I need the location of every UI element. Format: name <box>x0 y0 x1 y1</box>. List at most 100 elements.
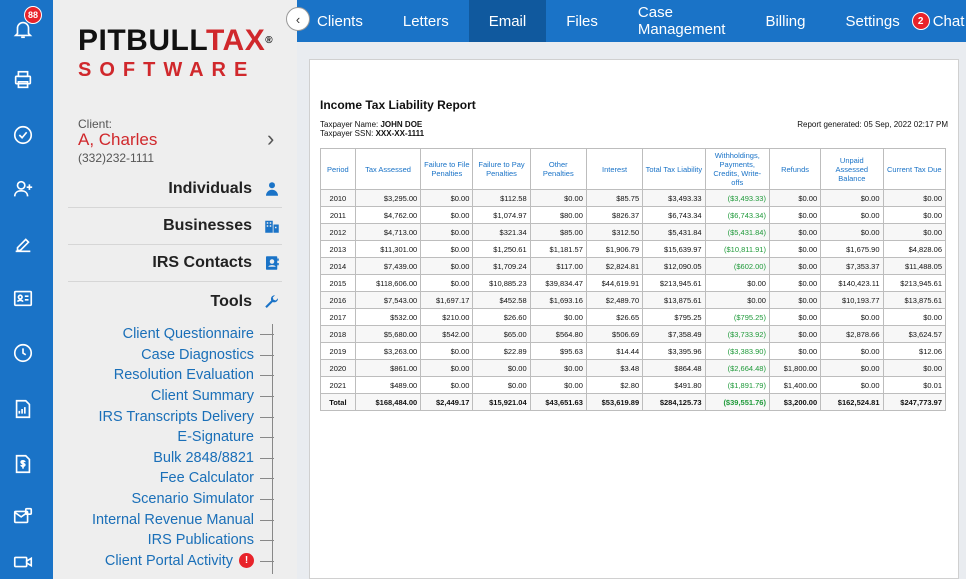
table-row: 2018 $5,680.00 $542.00 $65.00 $564.80 $506.69… <box>320 325 947 343</box>
table-cell: $321.34 <box>472 223 531 241</box>
table-cell: $0.00 <box>768 274 822 292</box>
table-cell: $6,743.34 <box>642 206 706 224</box>
table-cell: $0.00 <box>768 291 822 309</box>
table-cell: $0.00 <box>820 376 884 394</box>
table-cell: $0.00 <box>820 308 884 326</box>
table-cell: $168,484.00 <box>354 393 422 411</box>
edit-icon[interactable] <box>10 231 36 257</box>
tool-scenario-simulator[interactable]: Scenario Simulator <box>73 489 278 510</box>
tool-client-portal-activity[interactable]: Client Portal Activity ! <box>73 551 278 572</box>
contact-book-icon <box>262 253 282 273</box>
table-cell: $0.00 <box>420 223 474 241</box>
table-cell: $26.60 <box>472 308 531 326</box>
printer-icon[interactable] <box>10 67 36 93</box>
table-cell: $53,619.89 <box>585 393 644 411</box>
nav-chat[interactable]: 2 Chat <box>908 0 966 42</box>
table-cell: $0.00 <box>768 240 822 258</box>
nav-letters[interactable]: Letters <box>383 0 469 42</box>
add-user-icon[interactable] <box>10 176 36 202</box>
table-cell: 2015 <box>320 274 356 292</box>
table-cell: $213,945.61 <box>882 274 947 292</box>
table-cell: $1,400.00 <box>768 376 822 394</box>
nav-email[interactable]: Email <box>468 0 547 42</box>
table-cell: $506.69 <box>585 325 644 343</box>
table-cell: $0.00 <box>704 291 770 309</box>
section-label: Individuals <box>168 180 252 197</box>
check-circle-icon[interactable] <box>10 122 36 148</box>
table-cell: $39,834.47 <box>529 274 587 292</box>
table-cell: $11,488.05 <box>882 257 947 275</box>
table-cell: $2,824.81 <box>585 257 644 275</box>
tool-e-signature[interactable]: E-Signature <box>73 427 278 448</box>
column-header: Refunds <box>768 148 822 190</box>
table-cell: $3,200.00 <box>768 393 822 411</box>
section-individuals[interactable]: Individuals <box>68 171 282 208</box>
table-row: 2016 $7,543.00 $1,697.17 $452.58 $1,693.16 $2… <box>320 291 947 309</box>
table-cell: $0.00 <box>820 342 884 360</box>
table-cell: $247,773.97 <box>882 393 947 411</box>
tool-irs-publications[interactable]: IRS Publications <box>73 530 278 551</box>
tool-client-summary[interactable]: Client Summary <box>73 386 278 407</box>
table-cell: $3.48 <box>585 359 644 377</box>
client-name[interactable]: A, Charles <box>78 130 157 150</box>
table-cell: $0.00 <box>820 189 884 207</box>
table-cell: 2017 <box>320 308 356 326</box>
tool-irs-transcripts-delivery[interactable]: IRS Transcripts Delivery <box>73 406 278 427</box>
nav-billing[interactable]: Billing <box>745 0 825 42</box>
table-cell: $0.00 <box>420 257 474 275</box>
table-cell: $3,263.00 <box>354 342 422 360</box>
table-cell: $1,675.90 <box>820 240 884 258</box>
table-cell: 2010 <box>320 189 356 207</box>
section-tools[interactable]: Tools <box>68 283 282 320</box>
tool-internal-revenue-manual[interactable]: Internal Revenue Manual <box>73 509 278 530</box>
invoice-icon[interactable] <box>10 451 36 477</box>
tool-bulk-2848-8821[interactable]: Bulk 2848/8821 <box>73 448 278 469</box>
table-cell: $1,181.57 <box>529 240 587 258</box>
table-cell: 2014 <box>320 257 356 275</box>
nav-case-management[interactable]: Case Management <box>618 0 746 42</box>
table-cell: $0.00 <box>704 274 770 292</box>
id-card-icon[interactable] <box>10 285 36 311</box>
income-tax-liability-report: Income Tax Liability Report Taxpayer Nam… <box>309 59 959 579</box>
table-cell: 2021 <box>320 376 356 394</box>
table-cell: $0.00 <box>820 223 884 241</box>
top-nav: Clients Letters Email Files Case Managem… <box>297 0 966 42</box>
table-cell: $0.00 <box>768 223 822 241</box>
section-businesses[interactable]: Businesses <box>68 208 282 245</box>
table-cell: $117.00 <box>529 257 587 275</box>
logo-registered-mark: ® <box>265 35 274 46</box>
section-irs-contacts[interactable]: IRS Contacts <box>68 245 282 282</box>
table-cell: $4,762.00 <box>354 206 422 224</box>
nav-settings[interactable]: Settings <box>826 0 908 42</box>
section-label: Businesses <box>163 217 252 234</box>
tool-client-questionnaire[interactable]: Client Questionnaire <box>73 324 278 345</box>
report-generated: Report generated: 05 Sep, 2022 02:17 PM <box>797 120 948 129</box>
video-icon[interactable] <box>10 549 36 575</box>
chevron-right-icon[interactable]: › <box>267 126 274 152</box>
table-cell: $0.00 <box>420 240 474 258</box>
table-header-row: Period Tax Assessed Failure to File Penalt… <box>320 148 947 190</box>
nav-clients[interactable]: Clients <box>297 0 383 42</box>
nav-files[interactable]: Files <box>546 0 618 42</box>
table-cell: ($795.25) <box>704 308 770 326</box>
collapse-sidebar-button[interactable]: ‹ <box>286 7 310 31</box>
table-cell: $112.58 <box>472 189 531 207</box>
table-cell: ($10,811.91) <box>704 240 770 258</box>
table-cell: $312.50 <box>585 223 644 241</box>
table-cell: $15,639.97 <box>642 240 706 258</box>
table-cell: $826.37 <box>585 206 644 224</box>
tool-resolution-evaluation[interactable]: Resolution Evaluation <box>73 365 278 386</box>
secure-mail-icon[interactable] <box>10 503 36 529</box>
table-cell: $0.00 <box>882 189 947 207</box>
clock-icon[interactable] <box>10 340 36 366</box>
taxpayer-info: Taxpayer Name: JOHN DOE Taxpayer SSN: XX… <box>320 120 424 138</box>
tool-case-diagnostics[interactable]: Case Diagnostics <box>73 345 278 366</box>
table-cell: $118,606.00 <box>354 274 422 292</box>
content-area: Income Tax Liability Report Taxpayer Nam… <box>297 42 966 579</box>
table-cell: $85.00 <box>529 223 587 241</box>
table-cell: $861.00 <box>354 359 422 377</box>
tool-fee-calculator[interactable]: Fee Calculator <box>73 468 278 489</box>
tools-list: Client Questionnaire Case Diagnostics Re… <box>73 324 278 571</box>
report-document-icon[interactable] <box>10 396 36 422</box>
table-cell: $0.00 <box>420 189 474 207</box>
